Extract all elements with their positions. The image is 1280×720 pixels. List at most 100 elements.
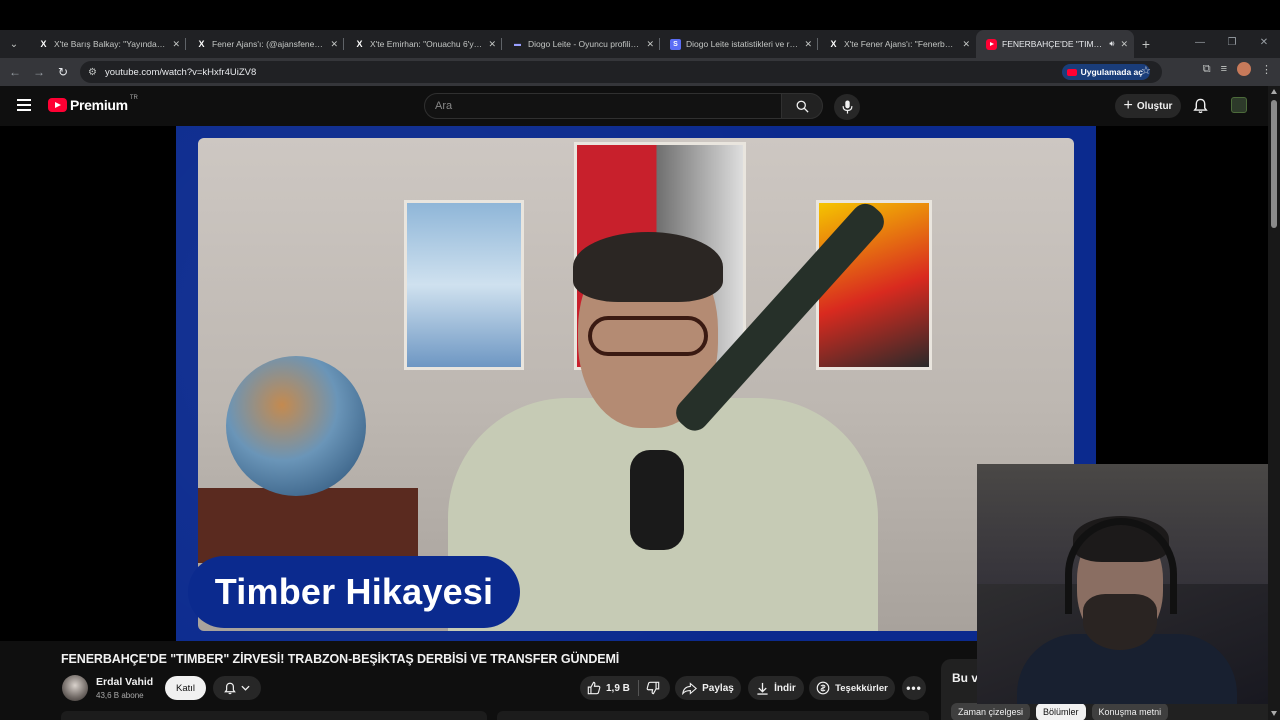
tab-close-icon[interactable]: ✕ [962,39,970,50]
thanks-button[interactable]: Teşekkürler [809,676,895,700]
search-input[interactable] [435,100,781,112]
tab-close-icon[interactable]: ✕ [330,39,338,50]
share-label: Paylaş [702,682,734,694]
tab-close-icon[interactable]: ✕ [1120,39,1128,50]
toolbar-right: ⧉ ≡ ⋮ [1203,62,1272,76]
x-logo-icon: X [830,39,837,49]
page-scrollbar[interactable] [1268,86,1280,720]
tab-title: FENERBAHÇE'DE "TIMBER" [1002,39,1106,49]
scrollbar-thumb[interactable] [1271,100,1277,228]
chip-transcript[interactable]: Konuşma metni [1091,703,1169,720]
browser-tab[interactable]: X X'te Fener Ajans'ı: "Fenerbahç ✕ [818,30,976,58]
hamburger-menu-icon[interactable] [17,99,31,111]
create-button[interactable]: + Oluştur [1115,94,1181,118]
tab-title: Fener Ajans'ı: (@ajansfenercom) [212,39,325,49]
share-arrow-icon [682,681,698,695]
thumbs-up-icon [587,681,601,695]
join-button[interactable]: Katıl [165,676,206,700]
browser-tab[interactable]: ▬ Diogo Leite - Oyuncu profili 25 ✕ [502,30,660,58]
scroll-up-icon[interactable] [1271,89,1277,94]
browser-tab[interactable]: S Diogo Leite istatistikleri ve reyti ✕ [660,30,818,58]
tab-close-icon[interactable]: ✕ [804,39,812,50]
channel-avatar[interactable] [62,675,88,701]
forward-icon[interactable]: → [27,65,51,79]
search-icon [796,100,809,113]
tab-title: Diogo Leite istatistikleri ve reyti [686,39,799,49]
extensions-icon[interactable]: ⧉ [1203,63,1211,76]
youtube-play-icon [48,98,67,112]
country-code: TR [129,95,138,101]
channel-name[interactable]: Erdal Vahid [96,676,153,688]
like-button[interactable]: 1,9 B [580,676,638,700]
browser-tab-strip: ⌄ X X'te Barış Balkay: "Yayındayım. İ ✕ … [0,30,1280,58]
download-button[interactable]: İndir [748,676,804,700]
download-icon [757,682,768,695]
site-settings-icon[interactable]: ⚙︎ [88,67,97,78]
create-label: Oluştur [1136,100,1173,112]
tab-title: X'te Fener Ajans'ı: "Fenerbahç [844,39,957,49]
tab-title: Diogo Leite - Oyuncu profili 25 [528,39,641,49]
youtube-premium-logo[interactable]: Premium TR [48,95,138,113]
download-label: İndir [774,682,796,694]
youtube-icon [986,38,997,50]
browser-tab[interactable]: X X'te Emirhan: "Onuachu 6'ya al ✕ [344,30,502,58]
voice-search-button[interactable] [834,94,860,120]
bookmark-star-icon[interactable]: ☆ [1141,64,1151,77]
search-box [424,93,782,119]
browser-tab[interactable]: X X'te Barış Balkay: "Yayındayım. İ ✕ [28,30,186,58]
video-overlay-caption: Timber Hikayesi [188,556,520,628]
side-panel-chips: Zaman çizelgesi Bölümler Konuşma metni [951,703,1169,720]
x-logo-icon: X [198,39,205,49]
address-bar[interactable]: ⚙︎ youtube.com/watch?v=kHxfr4UiZV8 Uygul… [80,61,1162,83]
back-icon[interactable]: ← [3,65,27,79]
minimize-icon[interactable]: — [1184,30,1216,58]
speaker-icon[interactable]: 🔊︎ [1109,39,1114,49]
browser-toolbar: ← → ↻ ⚙︎ youtube.com/watch?v=kHxfr4UiZV8… [0,58,1280,86]
bell-icon [1192,98,1208,114]
x-logo-icon: X [40,39,47,49]
tab-title: X'te Emirhan: "Onuachu 6'ya al [370,39,483,49]
tab-close-icon[interactable]: ✕ [172,39,180,50]
restore-icon[interactable]: ❐ [1216,30,1248,58]
comments-box-edge [497,711,929,720]
more-dots-icon: ••• [906,681,922,695]
globe [226,356,366,496]
bell-icon [224,682,236,694]
super-thanks-icon [816,681,830,695]
chevron-down-icon [241,685,250,691]
tab-title: X'te Barış Balkay: "Yayındayım. İ [54,39,167,49]
subscription-bell-button[interactable] [213,676,261,700]
account-avatar[interactable] [1231,97,1247,113]
tab-close-icon[interactable]: ✕ [488,39,496,50]
open-in-app-button[interactable]: Uygulamada aç [1061,64,1150,80]
youtube-icon [1066,68,1077,76]
browser-menu-icon[interactable]: ⋮ [1261,63,1272,76]
thanks-label: Teşekkürler [835,682,888,694]
thumbs-down-icon [646,681,660,695]
plus-icon: + [1123,97,1133,114]
browser-tab-active[interactable]: FENERBAHÇE'DE "TIMBER" 🔊︎ ✕ [976,30,1134,58]
share-button[interactable]: Paylaş [675,676,741,700]
search-button[interactable] [781,93,823,119]
more-actions-button[interactable]: ••• [902,676,926,700]
logo-text: Premium [70,97,128,113]
caption-text: Timber Hikayesi [214,571,494,612]
new-tab-button[interactable]: + [1134,36,1158,52]
profile-avatar[interactable] [1237,62,1251,76]
screen-top-bar [0,0,1280,30]
dislike-button[interactable] [639,676,668,700]
browser-tab[interactable]: X Fener Ajans'ı: (@ajansfenercom) ✕ [186,30,344,58]
media-controls-icon[interactable]: ≡ [1221,63,1227,75]
scroll-down-icon[interactable] [1271,711,1277,716]
tab-close-icon[interactable]: ✕ [646,39,654,50]
close-window-icon[interactable]: ✕ [1248,30,1280,58]
chip-chapters[interactable]: Bölümler [1036,703,1086,720]
reload-icon[interactable]: ↻ [51,65,75,79]
url-text: youtube.com/watch?v=kHxfr4UiZV8 [104,66,257,78]
microphone-icon [842,100,852,114]
tab-search-chevron-icon[interactable]: ⌄ [0,30,28,58]
notifications-button[interactable] [1190,96,1210,116]
side-panel-title: Bu v [952,671,979,685]
chip-timeline[interactable]: Zaman çizelgesi [951,703,1031,720]
window-controls: — ❐ ✕ [1184,30,1280,58]
